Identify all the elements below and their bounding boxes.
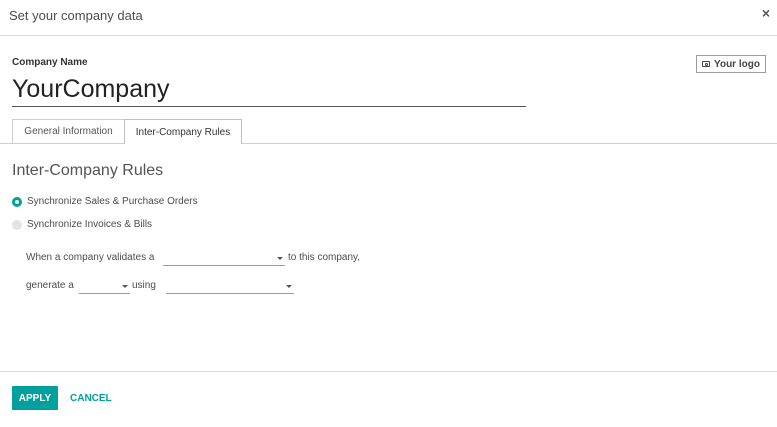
chevron-down-icon: [277, 257, 283, 260]
your-logo-label: Your logo: [714, 58, 760, 70]
chevron-down-icon: [286, 285, 292, 288]
radio-label: Synchronize Sales & Purchase Orders: [27, 196, 198, 207]
company-name-label: Company Name: [12, 57, 88, 68]
close-icon[interactable]: ×: [762, 5, 770, 21]
radio-label: Synchronize Invoices & Bills: [27, 219, 153, 230]
tab-bar: General Information Inter-Company Rules: [0, 119, 777, 144]
radio-checked-icon: [12, 196, 22, 207]
chevron-down-icon: [122, 285, 128, 288]
generated-document-select[interactable]: [79, 280, 130, 294]
dialog-header: Set your company data ×: [0, 0, 777, 36]
radio-sync-sales-purchase[interactable]: Synchronize Sales & Purchase Orders: [12, 196, 198, 207]
dialog-footer: APPLY CANCEL: [0, 371, 777, 427]
radio-sync-invoices-bills[interactable]: Synchronize Invoices & Bills: [12, 219, 152, 230]
dialog-title: Set your company data: [9, 8, 143, 23]
tab-inter-company-rules[interactable]: Inter-Company Rules: [124, 119, 242, 144]
radio-unchecked-icon: [12, 219, 22, 230]
rule-line2-middle: using: [132, 280, 156, 291]
rule-line2-prefix: generate a: [26, 280, 74, 291]
company-name-input[interactable]: [12, 73, 526, 107]
validated-document-select[interactable]: [163, 252, 285, 266]
using-select[interactable]: [166, 280, 294, 294]
apply-button[interactable]: APPLY: [12, 386, 58, 410]
cancel-button[interactable]: CANCEL: [70, 386, 112, 410]
camera-icon: [702, 61, 711, 67]
rule-line1-prefix: When a company validates a: [26, 252, 155, 263]
company-data-dialog: Set your company data × Company Name You…: [0, 0, 777, 426]
rule-line1-suffix: to this company,: [288, 252, 361, 263]
your-logo-button[interactable]: Your logo: [696, 55, 766, 73]
tab-general-information[interactable]: General Information: [12, 119, 124, 143]
section-title: Inter-Company Rules: [12, 162, 164, 179]
